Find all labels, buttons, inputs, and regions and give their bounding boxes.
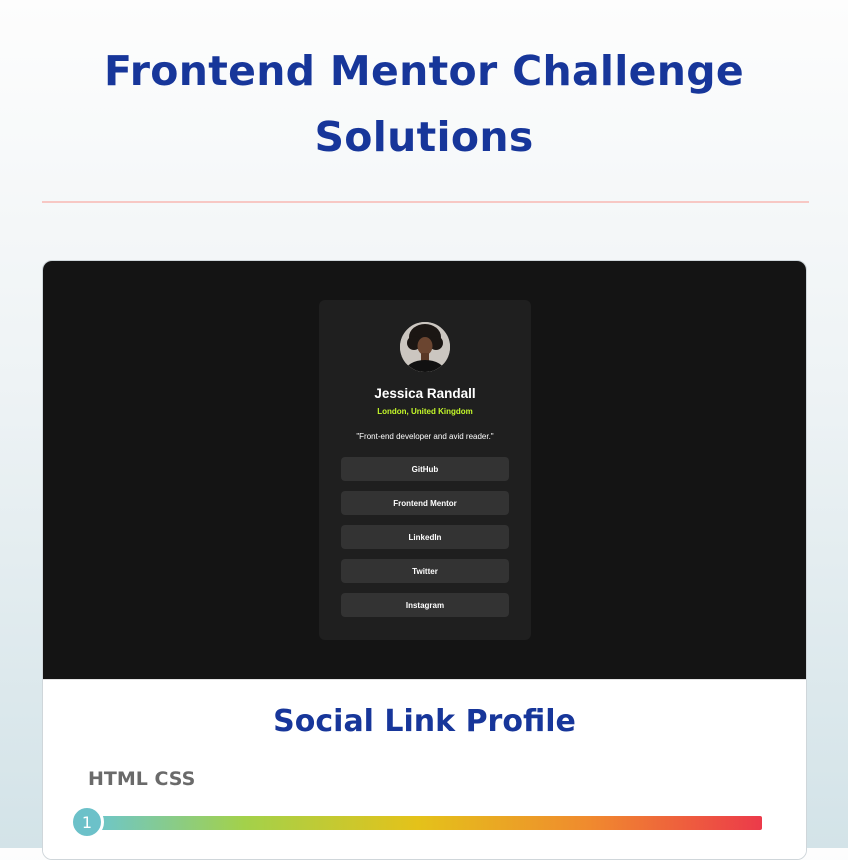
link-github-button[interactable]: GitHub [341, 457, 509, 481]
project-card[interactable]: Jessica Randall London, United Kingdom "… [42, 260, 807, 860]
social-links: GitHub Frontend Mentor LinkedIn Twitter … [341, 457, 509, 627]
project-title[interactable]: Social Link Profile [43, 700, 806, 744]
link-linkedin-button[interactable]: LinkedIn [341, 525, 509, 549]
title-divider [42, 201, 809, 203]
tech-stack-label: HTML CSS [88, 768, 196, 790]
difficulty-bar [99, 816, 762, 830]
profile-name: Jessica Randall [374, 386, 476, 401]
link-twitter-button[interactable]: Twitter [341, 559, 509, 583]
link-frontend-mentor-button[interactable]: Frontend Mentor [341, 491, 509, 515]
page-title: Frontend Mentor Challenge Solutions [104, 47, 744, 161]
project-card-body: Social Link Profile HTML CSS 1 [43, 679, 806, 859]
profile-location: London, United Kingdom [377, 407, 473, 416]
profile-bio: "Front-end developer and avid reader." [356, 432, 494, 441]
link-instagram-button[interactable]: Instagram [341, 593, 509, 617]
avatar [400, 322, 450, 372]
profile-card: Jessica Randall London, United Kingdom "… [319, 300, 531, 640]
project-preview-screenshot[interactable]: Jessica Randall London, United Kingdom "… [43, 261, 806, 679]
step-number-badge: 1 [70, 805, 104, 839]
